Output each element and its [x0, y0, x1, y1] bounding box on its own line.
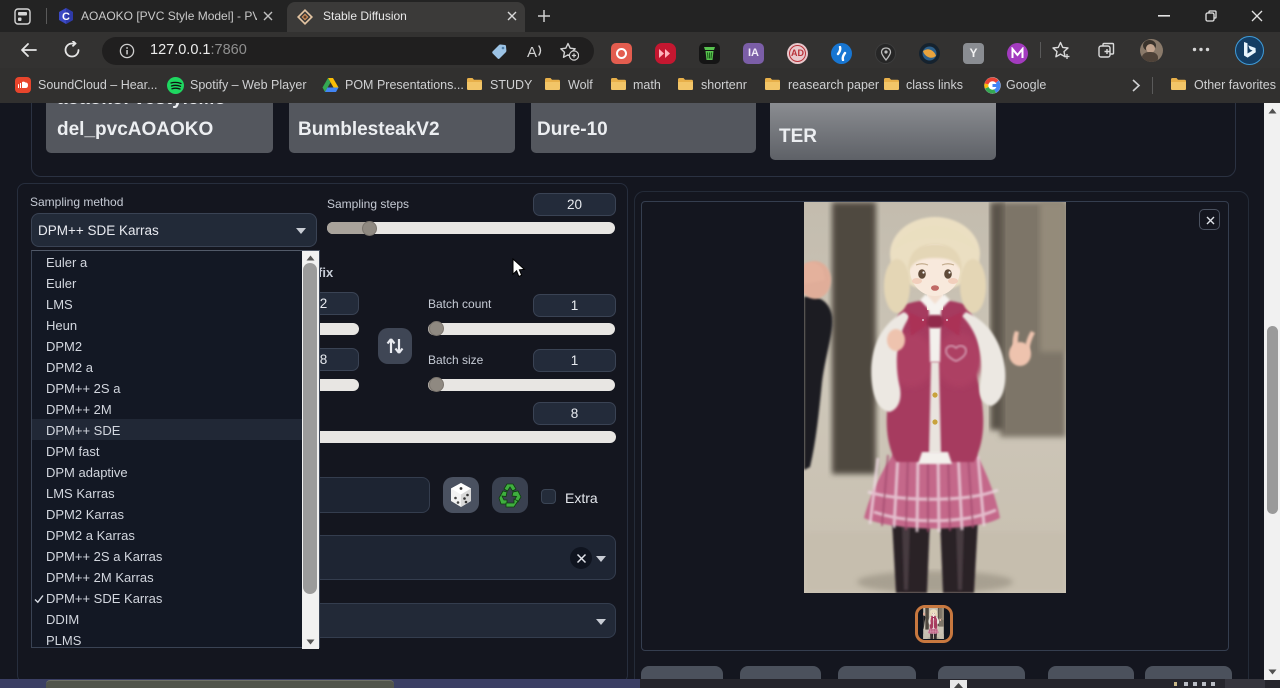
svg-text:A: A: [527, 44, 537, 60]
svg-text:C: C: [62, 11, 70, 23]
